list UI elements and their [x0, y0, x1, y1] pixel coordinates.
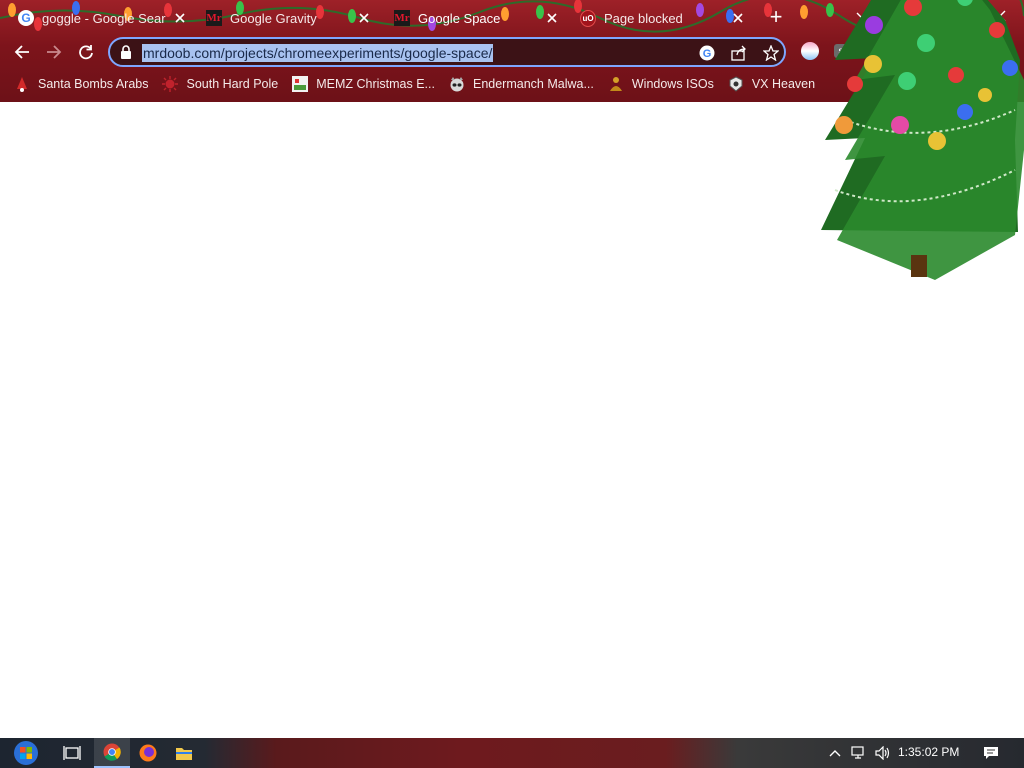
- file-explorer-icon[interactable]: [166, 738, 202, 768]
- minimize-icon[interactable]: [888, 4, 928, 28]
- bookmark-label: MEMZ Christmas E...: [316, 77, 435, 91]
- virus-icon: [162, 76, 179, 92]
- tab-goggle-search[interactable]: G goggle - Google Search: [10, 4, 194, 32]
- chrome-taskbar-icon[interactable]: [94, 738, 130, 768]
- firefox-taskbar-icon[interactable]: [130, 738, 166, 768]
- tab-page-blocked[interactable]: uO Page blocked: [572, 4, 752, 32]
- tab-search-chevron-down-icon[interactable]: [842, 4, 882, 28]
- raccoon-icon: [449, 76, 465, 92]
- back-arrow-icon[interactable]: [10, 40, 34, 64]
- memz-icon: [292, 76, 309, 92]
- bookmark-south-hard-pole[interactable]: South Hard Pole: [162, 76, 278, 92]
- close-icon[interactable]: [356, 10, 372, 26]
- tab-google-space[interactable]: Mr Google Space: [386, 4, 566, 32]
- bookmark-label: South Hard Pole: [186, 77, 279, 91]
- extension-avatar-icon[interactable]: [865, 42, 883, 60]
- address-bar[interactable]: mrdoob.com/projects/chromeexperiments/go…: [108, 37, 786, 67]
- windows-taskbar: 1:35:02 PM: [0, 738, 1024, 768]
- google-lens-icon[interactable]: G: [698, 44, 716, 62]
- ublock-icon: uO: [580, 9, 596, 27]
- mrdoob-icon: Mr: [206, 10, 222, 26]
- extension-pride-icon[interactable]: [801, 42, 819, 60]
- svg-text:G: G: [703, 48, 712, 60]
- tab-title: goggle - Google Search: [42, 10, 166, 26]
- vx-icon: [728, 76, 744, 92]
- close-icon[interactable]: [544, 10, 560, 26]
- bookmark-label: Windows ISOs: [631, 77, 714, 91]
- close-icon[interactable]: [730, 10, 746, 26]
- taskbar-clock[interactable]: 1:35:02 PM: [898, 745, 959, 759]
- network-icon[interactable]: [849, 738, 869, 768]
- buddha-icon: [608, 76, 624, 92]
- more-menu-icon[interactable]: [993, 42, 1011, 60]
- bookmark-label: VX Heaven: [751, 77, 816, 91]
- bookmark-star-icon[interactable]: [762, 44, 780, 62]
- forward-arrow-icon[interactable]: [42, 40, 66, 64]
- tab-google-gravity[interactable]: Mr Google Gravity: [198, 4, 378, 32]
- bookmark-endermanch-malware[interactable]: Endermanch Malwa...: [449, 76, 594, 92]
- start-button-icon[interactable]: [6, 738, 46, 768]
- browser-frame: G goggle - Google Search Mr Google Gravi…: [0, 0, 1024, 102]
- bookmark-vx-heaven[interactable]: VX Heaven: [728, 76, 815, 92]
- tab-title: Google Gravity: [230, 10, 317, 26]
- browser-toolbar: mrdoob.com/projects/chromeexperiments/go…: [0, 34, 1024, 70]
- reload-icon[interactable]: [74, 40, 98, 64]
- share-icon[interactable]: [730, 44, 748, 62]
- santa-icon: [14, 76, 30, 92]
- bookmark-label: Santa Bombs Arabs: [38, 77, 149, 91]
- show-hidden-icons-chevron-up-icon[interactable]: [826, 738, 844, 768]
- notifications-icon[interactable]: [980, 738, 1002, 768]
- google-icon: G: [18, 10, 34, 26]
- task-view-icon[interactable]: [54, 738, 90, 768]
- tab-strip: G goggle - Google Search Mr Google Gravi…: [0, 0, 1024, 34]
- lock-icon[interactable]: [120, 45, 134, 59]
- new-tab-plus-icon[interactable]: +: [766, 6, 786, 28]
- volume-icon[interactable]: [873, 738, 893, 768]
- bookmark-santa-bombs-arabs[interactable]: Santa Bombs Arabs: [14, 76, 148, 92]
- extensions-puzzle-icon[interactable]: [895, 42, 913, 60]
- bookmark-windows-isos[interactable]: Windows ISOs: [608, 76, 714, 92]
- window-close-icon[interactable]: [980, 4, 1020, 28]
- mrdoob-icon: Mr: [394, 10, 410, 26]
- close-icon[interactable]: [172, 10, 188, 26]
- bookmarks-bar: Santa Bombs Arabs South Hard Pole MEMZ C…: [0, 70, 1024, 98]
- bookmark-memz-christmas[interactable]: MEMZ Christmas E...: [292, 76, 435, 92]
- url-text[interactable]: mrdoob.com/projects/chromeexperiments/go…: [142, 44, 494, 62]
- page-content[interactable]: [0, 102, 1024, 738]
- tab-title: Google Space: [418, 10, 501, 26]
- tab-title: Page blocked: [604, 10, 683, 26]
- extension-s-icon[interactable]: s: [834, 44, 848, 58]
- bookmark-label: Endermanch Malwa...: [472, 77, 594, 91]
